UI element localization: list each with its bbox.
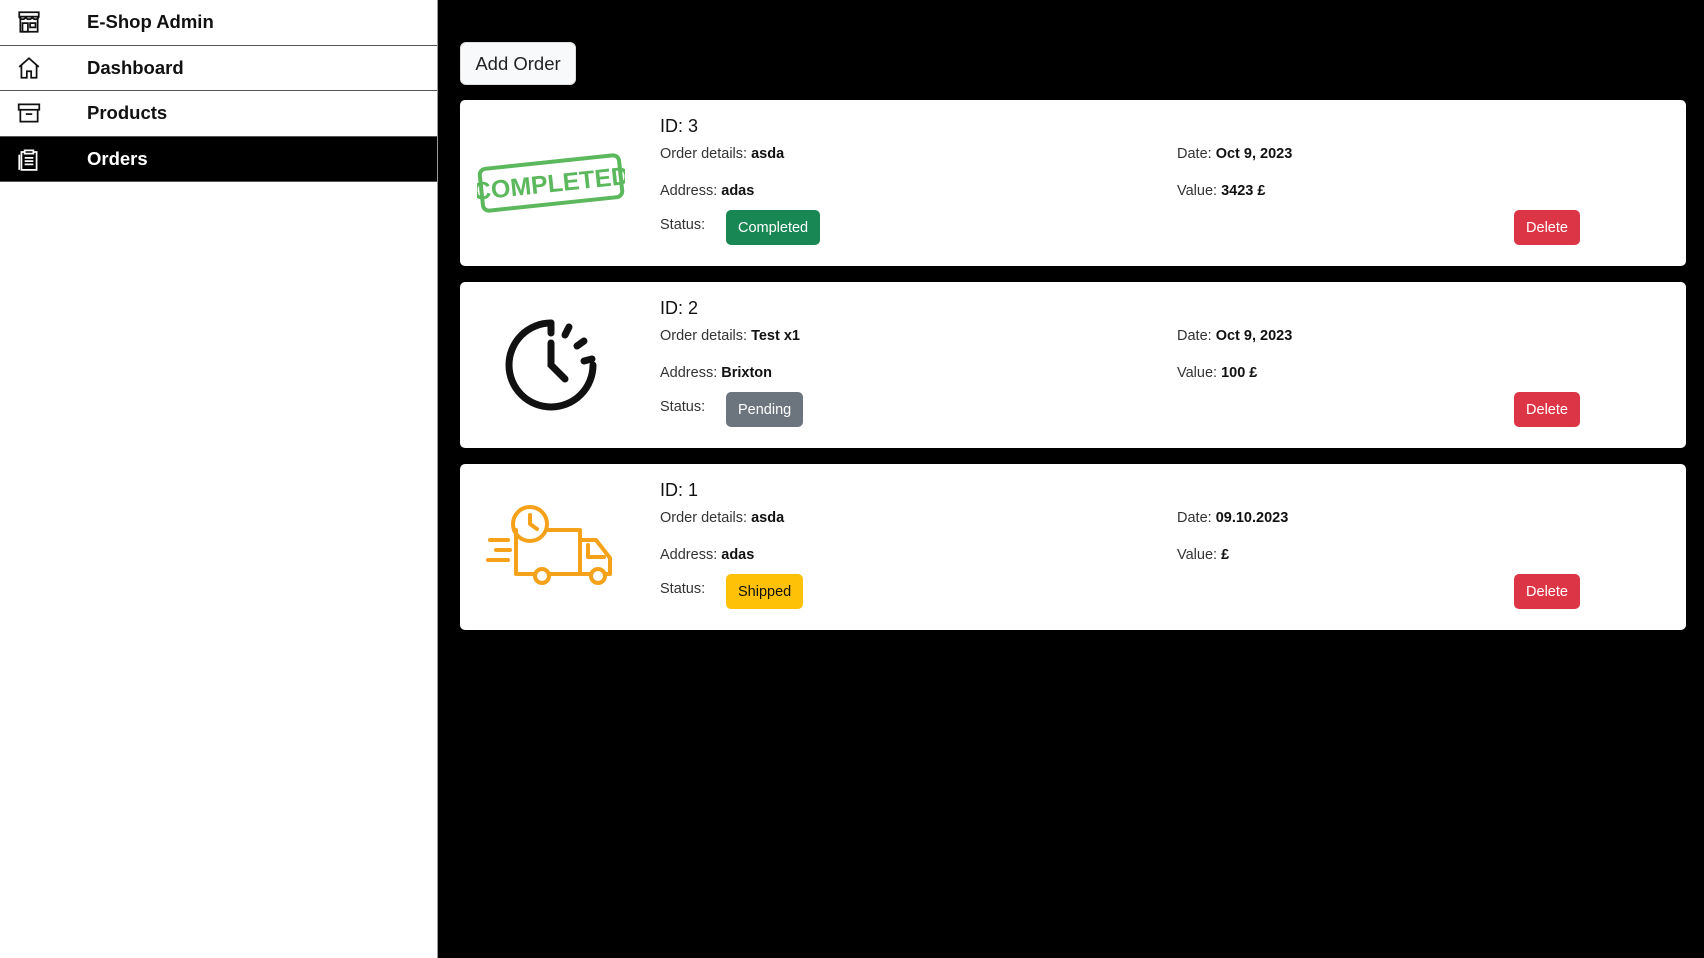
sidebar: E-Shop Admin Dashboard Products Orders bbox=[0, 0, 438, 958]
sidebar-item-orders[interactable]: Orders bbox=[0, 136, 437, 182]
order-id: ID: 1 bbox=[660, 480, 699, 500]
home-icon bbox=[18, 56, 40, 79]
archive-box-icon bbox=[17, 103, 41, 123]
order-status-label: Status: bbox=[660, 217, 706, 233]
order-address: Address: Brixton bbox=[660, 365, 773, 381]
sidebar-item-label: Dashboard bbox=[87, 56, 184, 78]
order-date: Date: Oct 9, 2023 bbox=[1177, 328, 1293, 344]
order-status-label: Status: bbox=[660, 399, 706, 415]
order-address: Address: adas bbox=[660, 183, 755, 199]
status-badge: Pending bbox=[726, 392, 804, 427]
order-value: Value: 100 £ bbox=[1177, 365, 1258, 381]
order-id: ID: 2 bbox=[660, 298, 699, 318]
order-details: Order details: asda bbox=[660, 146, 785, 162]
clipboard-list-icon bbox=[18, 149, 38, 171]
order-card: COMPLETED ID: 3 Order details: asda Addr… bbox=[460, 100, 1686, 266]
order-card: ID: 1 Order details: asda Address: adas … bbox=[460, 464, 1686, 630]
order-id: ID: 3 bbox=[660, 116, 699, 136]
status-badge: Shipped bbox=[726, 574, 804, 609]
order-card: ID: 2 Order details: Test x1 Address: Br… bbox=[460, 282, 1686, 448]
add-order-button[interactable]: Add Order bbox=[460, 42, 576, 85]
delete-button[interactable]: Delete bbox=[1514, 392, 1580, 427]
sidebar-item-label: Products bbox=[87, 102, 168, 124]
order-status-label: Status: bbox=[660, 581, 706, 597]
sidebar-item-dashboard[interactable]: Dashboard bbox=[0, 46, 437, 91]
sidebar-item-label: Orders bbox=[87, 147, 148, 169]
delete-button[interactable]: Delete bbox=[1514, 210, 1580, 245]
order-date: Date: Oct 9, 2023 bbox=[1177, 146, 1293, 162]
sidebar-item-eshop-admin[interactable]: E-Shop Admin bbox=[0, 0, 437, 46]
completed-stamp-icon: COMPLETED bbox=[476, 116, 626, 250]
delete-button[interactable]: Delete bbox=[1514, 574, 1580, 609]
sidebar-item-products[interactable]: Products bbox=[0, 91, 437, 137]
main-content: Add Order COMPLETED ID: 3 Order details:… bbox=[438, 0, 1704, 958]
order-details: Order details: asda bbox=[660, 510, 785, 526]
order-value: Value: £ bbox=[1177, 547, 1230, 563]
sidebar-item-label: E-Shop Admin bbox=[87, 11, 214, 33]
status-badge: Completed bbox=[726, 210, 821, 245]
order-date: Date: 09.10.2023 bbox=[1177, 510, 1289, 526]
order-address: Address: adas bbox=[660, 547, 755, 563]
shop-icon bbox=[18, 11, 40, 33]
order-details: Order details: Test x1 bbox=[660, 328, 800, 344]
order-value: Value: 3423 £ bbox=[1177, 183, 1266, 199]
delivery-truck-icon bbox=[476, 480, 626, 614]
clock-timer-icon bbox=[476, 298, 626, 432]
